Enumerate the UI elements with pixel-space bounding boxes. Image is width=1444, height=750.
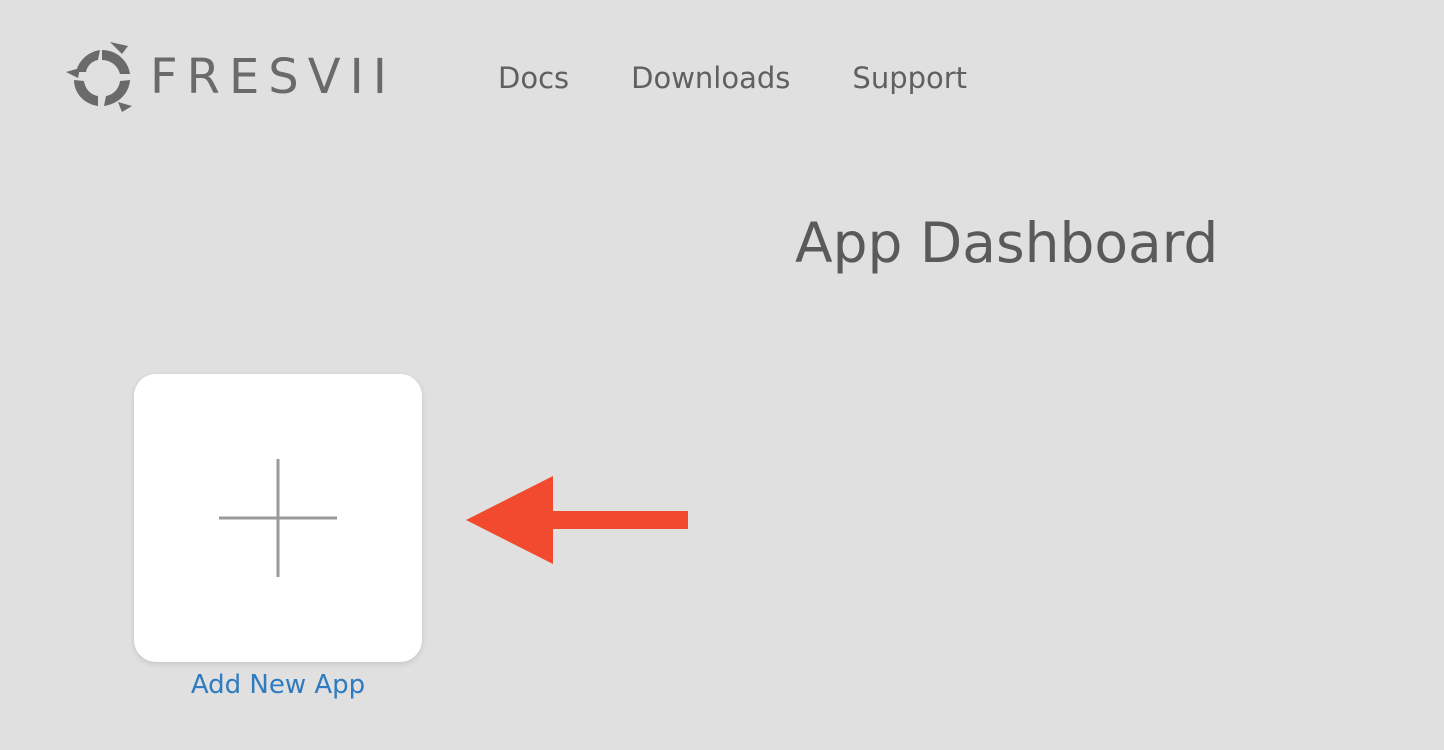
brand-name: FRESVII: [150, 49, 396, 105]
top-nav: Docs Downloads Support: [498, 58, 967, 98]
nav-downloads-link[interactable]: Downloads: [631, 58, 790, 98]
brand-logo-link[interactable]: FRESVII: [66, 40, 396, 114]
add-new-app-link[interactable]: Add New App: [134, 666, 422, 704]
nav-support-link[interactable]: Support: [852, 58, 967, 98]
arrow-left-icon: [466, 476, 690, 568]
page: FRESVII Docs Downloads Support App Dashb…: [0, 0, 1444, 750]
plus-icon: [219, 459, 337, 577]
page-title: App Dashboard: [795, 211, 1219, 275]
add-new-app-tile[interactable]: [134, 374, 422, 662]
fresvii-emblem-icon: [66, 40, 138, 114]
nav-docs-link[interactable]: Docs: [498, 58, 569, 98]
